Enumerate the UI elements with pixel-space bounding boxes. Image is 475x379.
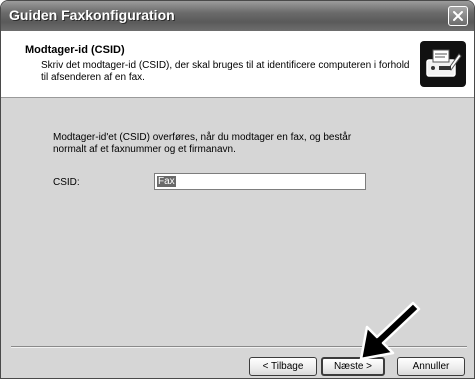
csid-input[interactable]: Fax	[154, 173, 366, 190]
title-bar: Guiden Faxkonfiguration	[1, 1, 474, 32]
close-icon	[453, 11, 463, 21]
csid-label: CSID:	[53, 177, 80, 188]
wizard-header: Modtager-id (CSID) Skriv det modtager-id…	[1, 31, 474, 98]
fax-wizard-icon	[420, 41, 466, 87]
back-button[interactable]: < Tilbage	[249, 357, 317, 376]
window-title: Guiden Faxkonfiguration	[9, 7, 175, 23]
csid-info-text: Modtager-id'et (CSID) overføres, når du …	[53, 132, 352, 155]
csid-input-value: Fax	[157, 176, 176, 187]
page-title: Modtager-id (CSID)	[25, 44, 125, 56]
pointer-arrow-icon	[359, 301, 421, 361]
wizard-window: Guiden Faxkonfiguration Modtager-id (CSI…	[0, 0, 475, 379]
page-description: Skriv det modtager-id (CSID), der skal b…	[41, 60, 410, 83]
close-button[interactable]	[448, 6, 468, 26]
